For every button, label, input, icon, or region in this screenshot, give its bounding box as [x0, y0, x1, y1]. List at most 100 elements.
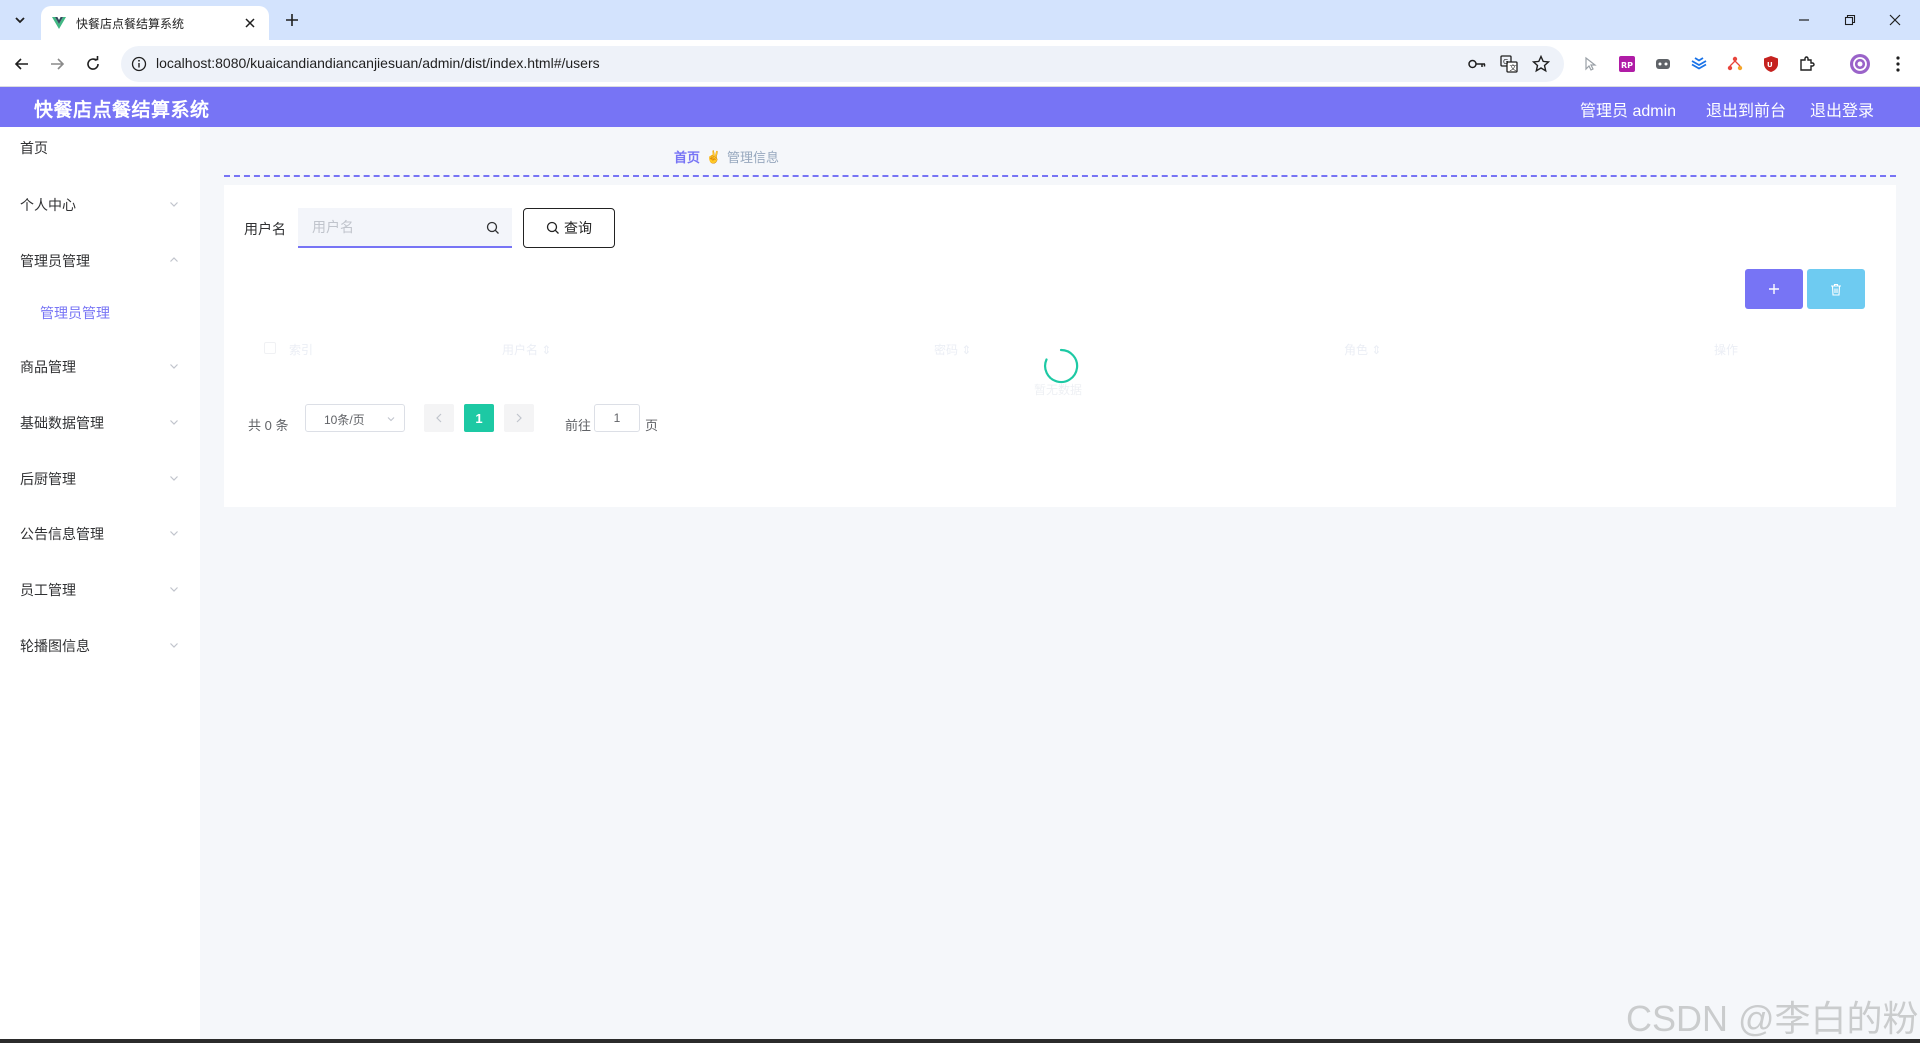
- svg-text:G: G: [1503, 58, 1508, 66]
- close-window-button[interactable]: [1882, 8, 1908, 32]
- csdn-watermark: CSDN @李白的粉: [1626, 998, 1919, 1039]
- chevron-down-icon: [15, 17, 25, 24]
- chevron-down-icon: [387, 417, 395, 422]
- trash-icon: [1831, 283, 1841, 296]
- column-header-index: 索引: [289, 343, 314, 357]
- query-button[interactable]: 查询: [523, 208, 615, 248]
- sidebar-item-home[interactable]: 首页: [0, 127, 200, 167]
- reload-button[interactable]: [80, 51, 106, 77]
- close-icon: [1889, 14, 1901, 26]
- pagination-total: 共 0 条: [248, 418, 289, 433]
- chevron-down-icon: [170, 587, 178, 592]
- browser-menu-icon[interactable]: [1885, 51, 1911, 77]
- column-header-password[interactable]: 密码 ⇕: [934, 341, 971, 358]
- minimize-icon: [1799, 19, 1809, 21]
- query-button-label: 查询: [564, 220, 592, 236]
- rp-extension-icon[interactable]: RP: [1614, 51, 1640, 77]
- sidebar-item-label: 员工管理: [20, 582, 76, 598]
- current-user-label: 管理员 admin: [1580, 103, 1677, 120]
- svg-text:RP: RP: [1621, 61, 1633, 70]
- sidebar-item-label: 个人中心: [20, 197, 76, 213]
- arrow-left-icon: [14, 58, 28, 70]
- sidebar-item-admin-management[interactable]: 管理员管理: [0, 240, 200, 280]
- sidebar-item-personal-center[interactable]: 个人中心: [0, 184, 200, 224]
- sidebar-item-label: 管理员管理: [40, 305, 110, 321]
- delete-button[interactable]: [1807, 269, 1865, 309]
- column-header-role[interactable]: 角色 ⇕: [1344, 341, 1381, 358]
- tree-extension-icon[interactable]: [1722, 51, 1748, 77]
- sidebar-item-label: 后厨管理: [20, 471, 76, 487]
- page-size-select[interactable]: 10条/页: [305, 404, 405, 432]
- add-button[interactable]: [1745, 269, 1803, 309]
- chevron-down-icon: [170, 531, 178, 536]
- breadcrumb-divider: [224, 175, 1896, 177]
- username-search-label: 用户名: [244, 221, 286, 237]
- sidebar-item-label: 管理员管理: [20, 253, 90, 269]
- search-icon: [546, 221, 559, 234]
- sidebar-item-label: 商品管理: [20, 359, 76, 375]
- new-tab-button[interactable]: [281, 9, 303, 31]
- sidebar-menu: 首页 个人中心 管理员管理 管理员管理 商品管理 基础数据管理 后厨管理 公告信…: [0, 127, 200, 1043]
- sidebar-item-notice-management[interactable]: 公告信息管理: [0, 513, 200, 553]
- app-header: 快餐店点餐结算系统 管理员 admin 退出到前台 退出登录: [0, 87, 1920, 127]
- translate-icon[interactable]: G文: [1498, 53, 1520, 75]
- sidebar-item-carousel-info[interactable]: 轮播图信息: [0, 625, 200, 665]
- breadcrumb-current: 管理信息: [726, 150, 779, 165]
- browser-toolbar: localhost:8080/kuaicandiandiancanjiesuan…: [0, 40, 1920, 87]
- breadcrumb-home[interactable]: 首页: [674, 147, 700, 166]
- layers-extension-icon[interactable]: [1686, 51, 1712, 77]
- arrow-right-icon: [51, 58, 65, 70]
- back-button[interactable]: [9, 51, 35, 77]
- logout-link[interactable]: 退出登录: [1810, 97, 1874, 121]
- users-panel: 用户名 查询 索引 用户名 ⇕ 密码 ⇕ 角色 ⇕ 操作 暂无数据 共 0 条: [224, 185, 1896, 507]
- sidebar-item-product-management[interactable]: 商品管理: [0, 346, 200, 386]
- tab-search-button[interactable]: [8, 8, 32, 32]
- cursor-extension-icon[interactable]: [1578, 51, 1604, 77]
- browser-tab[interactable]: 快餐店点餐结算系统: [41, 6, 269, 40]
- reload-icon: [87, 56, 99, 70]
- minimize-button[interactable]: [1791, 8, 1817, 32]
- puzzle-extensions-icon[interactable]: [1794, 51, 1820, 77]
- restore-icon: [1844, 14, 1856, 26]
- site-info-icon[interactable]: [129, 54, 149, 74]
- breadcrumb: 首页 ✌ 管理信息: [674, 147, 779, 166]
- sidebar-item-basic-data-management[interactable]: 基础数据管理: [0, 402, 200, 442]
- main-content: 首页 ✌ 管理信息 用户名 查询 索引 用户名 ⇕ 密码 ⇕ 角色 ⇕ 操作 暂…: [200, 127, 1920, 1043]
- password-key-icon[interactable]: [1466, 53, 1488, 75]
- address-bar[interactable]: localhost:8080/kuaicandiandiancanjiesuan…: [121, 46, 1564, 82]
- sidebar-item-label: 公告信息管理: [20, 526, 104, 542]
- forward-button[interactable]: [44, 51, 70, 77]
- next-page-button[interactable]: [504, 404, 534, 432]
- plus-icon: [286, 14, 298, 26]
- browser-tabstrip: 快餐店点餐结算系统: [0, 0, 1920, 40]
- sidebar-item-staff-management[interactable]: 员工管理: [0, 569, 200, 609]
- column-header-username[interactable]: 用户名 ⇕: [502, 341, 551, 358]
- vue-logo-icon: [52, 17, 66, 29]
- profile-avatar-icon[interactable]: [1847, 51, 1873, 77]
- shield-extension-icon[interactable]: U: [1758, 51, 1784, 77]
- tab-title: 快餐店点餐结算系统: [76, 16, 185, 31]
- page-number-current[interactable]: 1: [464, 404, 494, 432]
- username-search-input[interactable]: [298, 208, 512, 248]
- prev-page-button[interactable]: [424, 404, 454, 432]
- chevron-up-icon: [170, 257, 178, 262]
- restore-button[interactable]: [1837, 8, 1863, 32]
- svg-text:U: U: [1767, 61, 1773, 69]
- game-extension-icon[interactable]: [1650, 51, 1676, 77]
- chevron-down-icon: [170, 476, 178, 481]
- select-all-checkbox[interactable]: [264, 342, 276, 354]
- url-text[interactable]: localhost:8080/kuaicandiandiancanjiesuan…: [156, 55, 600, 71]
- tab-close-icon[interactable]: [241, 14, 259, 32]
- column-header-actions: 操作: [1714, 343, 1739, 357]
- goto-unit: 页: [645, 418, 659, 433]
- chevron-right-icon: [516, 413, 522, 423]
- page-size-value: 10条/页: [324, 413, 365, 427]
- sidebar-subitem-admin-management[interactable]: 管理员管理: [0, 292, 200, 332]
- goto-page-input[interactable]: [594, 404, 640, 432]
- sidebar-item-kitchen-management[interactable]: 后厨管理: [0, 458, 200, 498]
- exit-to-front-link[interactable]: 退出到前台: [1706, 97, 1786, 121]
- plus-icon: [1769, 284, 1779, 294]
- chevron-down-icon: [170, 364, 178, 369]
- svg-text:文: 文: [1510, 63, 1517, 72]
- bookmark-star-icon[interactable]: [1530, 53, 1552, 75]
